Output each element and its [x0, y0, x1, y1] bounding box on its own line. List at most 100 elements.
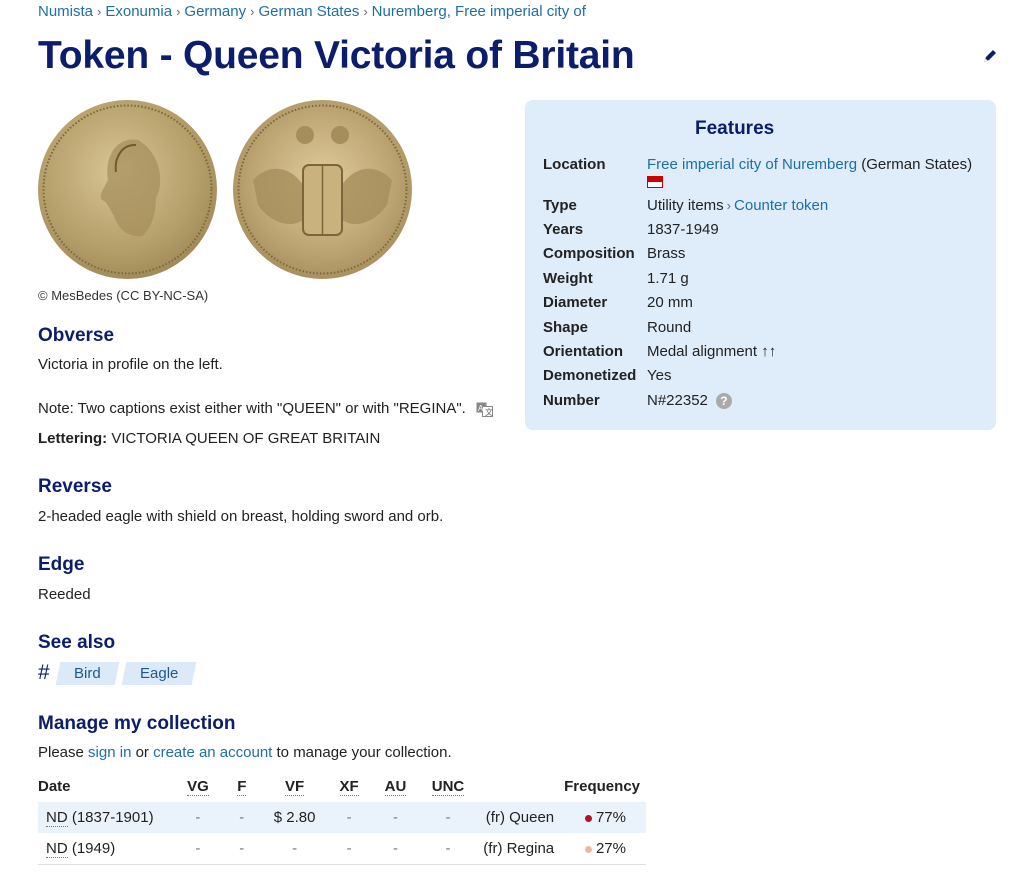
- reverse-image[interactable]: [233, 100, 412, 279]
- help-icon[interactable]: ?: [715, 393, 732, 410]
- frequency-dot: [584, 845, 592, 853]
- header-vg: VG: [175, 772, 220, 802]
- breadcrumb-nuremberg[interactable]: Nuremberg, Free imperial city of: [372, 3, 586, 20]
- feature-value: N#22352?: [647, 392, 732, 410]
- manage-text: to manage your collection.: [272, 744, 452, 761]
- feature-number: Number N#22352?: [543, 392, 983, 410]
- breadcrumb-separator: ›: [250, 4, 255, 19]
- header-caption: [477, 772, 560, 802]
- obverse-heading: Obverse: [38, 325, 115, 346]
- feature-label: Shape: [543, 319, 589, 336]
- grade-label: UNC: [431, 778, 465, 796]
- price-f: -: [239, 809, 245, 826]
- page-title: Token - Queen Victoria of Britain: [38, 34, 635, 77]
- date-nd: ND: [46, 840, 68, 858]
- pencil-icon[interactable]: [981, 47, 999, 65]
- price-unc: -: [445, 840, 451, 857]
- feature-type: Type Utility items › Counter token: [543, 197, 983, 214]
- feature-value: Yes: [647, 367, 672, 384]
- header-frequency: Frequency: [564, 778, 640, 795]
- breadcrumb-separator: ›: [363, 4, 368, 19]
- lettering-row: Lettering: VICTORIA QUEEN OF GREAT BRITA…: [38, 430, 380, 447]
- feature-shape: Shape Round: [543, 319, 983, 336]
- feature-value: Round: [647, 319, 692, 336]
- obverse-description: Victoria in profile on the left.: [38, 356, 223, 373]
- breadcrumb-separator: ›: [176, 4, 181, 19]
- grade-label: VF: [285, 778, 305, 796]
- grade-label: AU: [384, 778, 407, 796]
- manage-text: Please: [38, 744, 89, 761]
- date-nd: ND: [46, 809, 68, 827]
- feature-value: 20 mm: [647, 294, 693, 311]
- translate-icon[interactable]: A 文: [476, 402, 494, 417]
- header-au: AU: [372, 772, 419, 802]
- sign-in-link[interactable]: sign in: [88, 744, 131, 761]
- feature-label: Orientation: [543, 343, 624, 360]
- feature-label: Number: [543, 392, 600, 409]
- features-panel: Features Location Free imperial city of …: [525, 100, 996, 430]
- price-xf: -: [346, 840, 352, 857]
- header-unc: UNC: [419, 772, 477, 802]
- frequency-dot: [584, 814, 592, 822]
- feature-label: Diameter: [543, 294, 608, 311]
- variant-caption: (fr) Queen: [485, 809, 555, 826]
- grade-label: F: [237, 778, 247, 796]
- feature-orientation: Orientation Medal alignment ↑↑: [543, 343, 983, 360]
- lettering-label: Lettering:: [38, 430, 108, 447]
- grade-label: VG: [187, 778, 209, 796]
- feature-label: Type: [543, 197, 577, 214]
- breadcrumb-germany[interactable]: Germany: [184, 3, 246, 20]
- tag-label: Eagle: [140, 664, 179, 682]
- feature-value: Medal alignment ↑↑: [647, 343, 777, 360]
- price-vf: -: [292, 840, 298, 857]
- feature-value: 1.71 g: [647, 270, 689, 287]
- obverse-note-row: Note: Two captions exist either with "QU…: [38, 400, 494, 417]
- feature-diameter: Diameter 20 mm: [543, 294, 983, 311]
- breadcrumb-exonumia[interactable]: Exonumia: [105, 3, 172, 20]
- breadcrumb-german-states[interactable]: German States: [258, 3, 359, 20]
- feature-location: Location Free imperial city of Nuremberg…: [543, 156, 983, 190]
- frequency-value: 27%: [595, 840, 626, 857]
- date-cell: ND (1949): [38, 833, 175, 865]
- header-xf: XF: [326, 772, 372, 802]
- price-au: -: [393, 840, 399, 857]
- tag-bird[interactable]: Bird: [55, 661, 119, 685]
- grade-label: XF: [339, 778, 359, 796]
- features-heading: Features: [695, 118, 775, 139]
- feature-weight: Weight 1.71 g: [543, 270, 983, 287]
- price-f: -: [239, 840, 245, 857]
- feature-label: Weight: [543, 270, 593, 287]
- table-row[interactable]: ND (1949) - - - - - - (fr) Regina 27%: [38, 833, 646, 865]
- type-value: Utility items: [647, 197, 724, 214]
- date-range: (1949): [67, 840, 116, 857]
- type-separator: ›: [726, 198, 732, 213]
- manage-collection-text: Please sign in or create an account to m…: [38, 744, 452, 761]
- variant-caption: (fr) Regina: [483, 840, 555, 857]
- table-row[interactable]: ND (1837-1901) - - $ 2.80 - - - (fr) Que…: [38, 802, 646, 833]
- breadcrumb-numista[interactable]: Numista: [38, 3, 93, 20]
- obverse-note: Note: Two captions exist either with "QU…: [38, 400, 466, 417]
- number-value: N#22352: [647, 392, 708, 409]
- counter-token-link[interactable]: Counter token: [734, 197, 828, 214]
- svg-text:A: A: [478, 404, 484, 413]
- breadcrumb: Numista › Exonumia › Germany › German States › N…: [38, 3, 586, 20]
- see-also-heading: See also: [38, 632, 116, 653]
- location-extra: (German States): [861, 156, 973, 173]
- feature-label: Demonetized: [543, 367, 637, 384]
- price-au: -: [393, 809, 399, 826]
- obverse-image[interactable]: [38, 100, 217, 279]
- header-date: Date: [38, 778, 71, 795]
- header-vf: VF: [263, 772, 326, 802]
- feature-value: 1837-1949: [647, 221, 719, 238]
- location-link[interactable]: Free imperial city of Nuremberg: [647, 156, 857, 173]
- create-account-link[interactable]: create an account: [153, 744, 272, 761]
- price-vg: -: [195, 840, 201, 857]
- feature-years: Years 1837-1949: [543, 221, 983, 238]
- manage-collection-heading: Manage my collection: [38, 713, 236, 734]
- tag-eagle[interactable]: Eagle: [121, 661, 198, 685]
- feature-label: Location: [543, 156, 606, 173]
- date-cell: ND (1837-1901): [38, 802, 175, 833]
- frequency-cell: 27%: [560, 833, 646, 865]
- breadcrumb-separator: ›: [97, 4, 102, 19]
- lettering-value: VICTORIA QUEEN OF GREAT BRITAIN: [111, 430, 381, 447]
